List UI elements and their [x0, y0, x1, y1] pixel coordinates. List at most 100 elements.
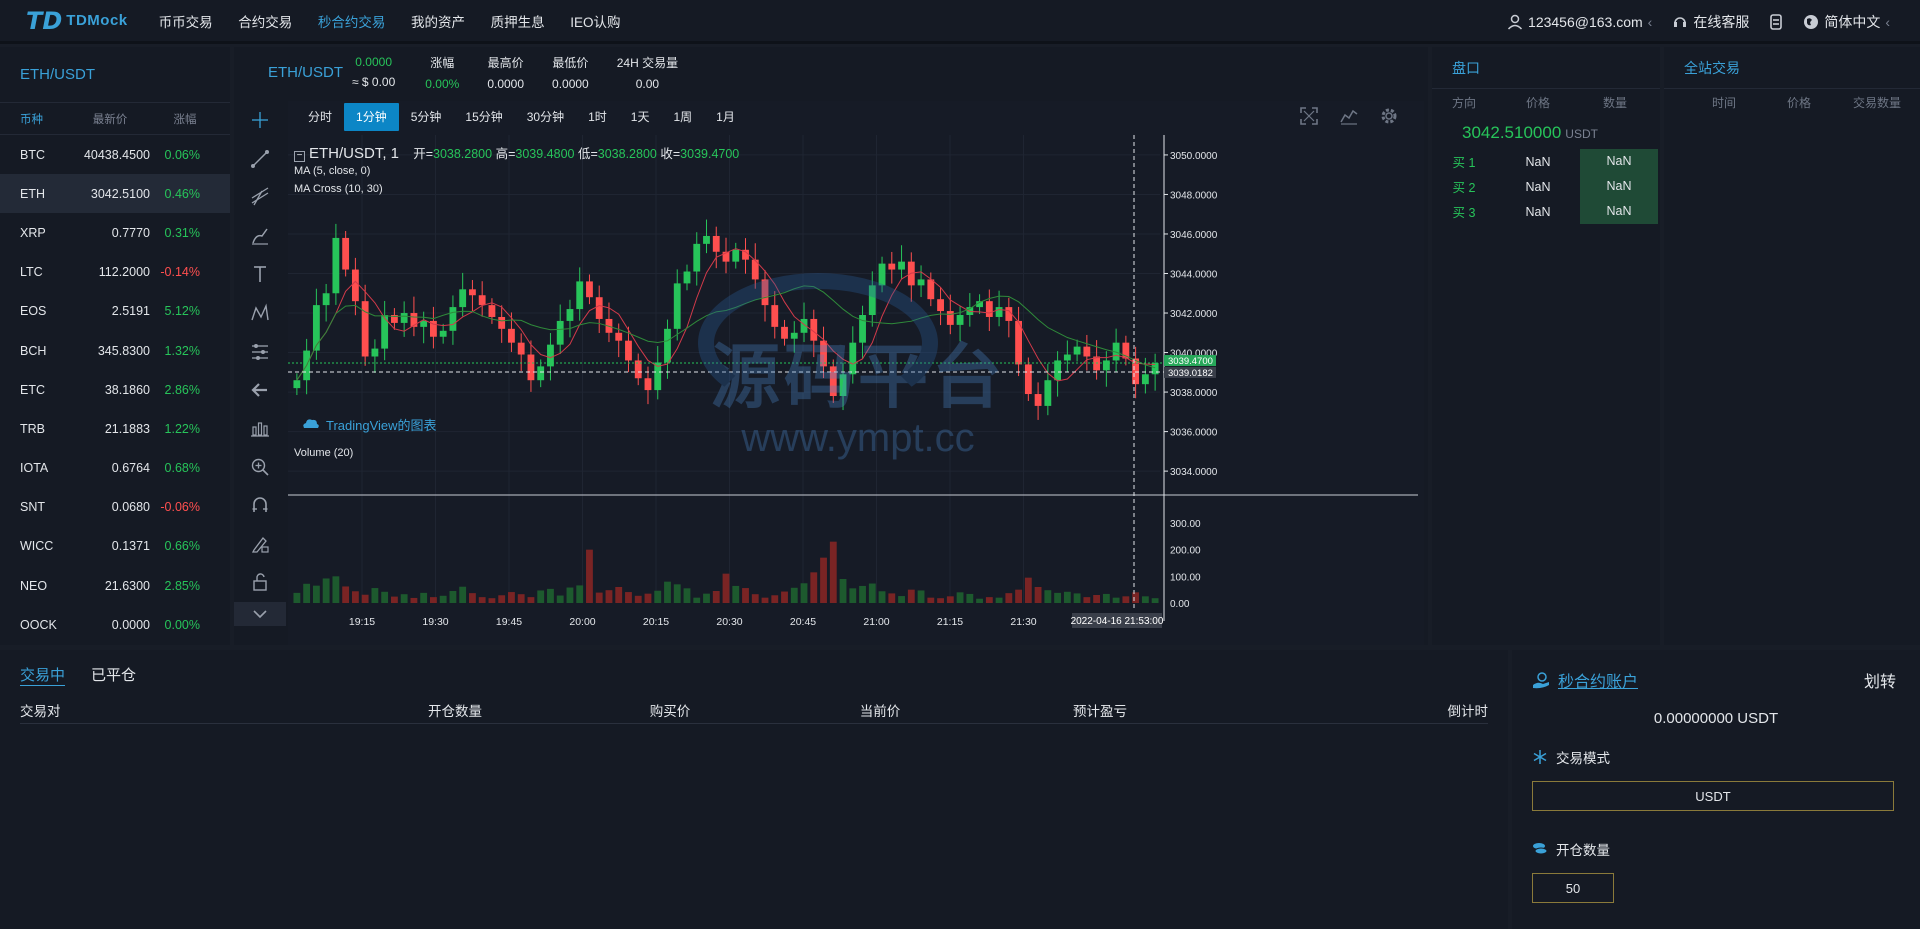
brush-tool-icon[interactable] — [234, 217, 286, 256]
x-tick-label: 21:30 — [1010, 616, 1036, 628]
col-price[interactable]: 最新价 — [70, 111, 150, 127]
drawing-toolbar — [234, 101, 286, 645]
candle-body — [937, 299, 944, 312]
user-menu[interactable]: 123456@163.com ‹ — [1507, 14, 1652, 30]
tab-closed-orders[interactable]: 已平仓 — [91, 664, 136, 686]
trend-line-tool-icon[interactable] — [234, 140, 286, 179]
trade-mode-select[interactable]: USDT — [1532, 781, 1894, 811]
y-tick-label: 3044.0000 — [1170, 270, 1218, 281]
magnet-icon[interactable] — [234, 486, 286, 525]
market-row[interactable]: BCH 345.8300 1.32% — [0, 331, 230, 370]
account-title[interactable]: 秒合约账户 — [1558, 668, 1638, 692]
book-row[interactable]: 买 2 NaN NaN — [1432, 174, 1660, 199]
market-row[interactable]: XRP 0.7770 0.31% — [0, 213, 230, 252]
lock-icon[interactable] — [234, 563, 286, 602]
settings-gear-icon[interactable] — [1380, 107, 1398, 125]
col-change[interactable]: 涨幅 — [150, 111, 220, 127]
col-price: 价格 — [1525, 95, 1550, 110]
fullscreen-icon[interactable] — [1300, 107, 1318, 125]
market-price: 21.6300 — [104, 578, 150, 593]
timeframe-tab[interactable]: 1周 — [661, 103, 704, 131]
last-price-tag-text: 3039.4700 — [1168, 356, 1213, 367]
account-header: 秒合约账户 划转 — [1512, 650, 1920, 692]
book-side: 买 1 — [1452, 156, 1476, 170]
market-row[interactable]: LTC 112.2000 -0.14% — [0, 253, 230, 292]
col-symbol[interactable]: 币种 — [0, 111, 70, 127]
volume-bar — [1073, 593, 1081, 603]
market-row[interactable]: ETH 3042.5100 0.46% — [0, 174, 230, 214]
text-tool-icon[interactable] — [234, 255, 286, 294]
timeframe-tab[interactable]: 1分钟 — [344, 103, 399, 131]
tab-open-orders[interactable]: 交易中 — [20, 664, 66, 686]
book-row[interactable]: 买 3 NaN NaN — [1432, 199, 1660, 224]
volume-bar — [1151, 598, 1159, 603]
candle-body — [517, 342, 525, 355]
tradingview-link[interactable]: TradingView的图表 — [326, 415, 437, 434]
market-row[interactable]: SNT 0.0680 -0.06% — [0, 488, 230, 527]
market-rows: BTC 40438.4500 0.06% ETH 3042.5100 0.46% XRP 0.… — [0, 135, 230, 644]
nav-contract[interactable]: 合约交易 — [238, 11, 292, 31]
market-row[interactable]: ETC 38.1860 2.86% — [0, 370, 230, 409]
timeframe-tab[interactable]: 30分钟 — [515, 103, 576, 131]
col-price: 价格 — [1786, 95, 1811, 110]
measure-tool-icon[interactable] — [234, 409, 286, 448]
market-row[interactable]: BTC 40438.4500 0.06% — [0, 135, 230, 174]
transfer-button[interactable]: 划转 — [1864, 668, 1896, 692]
book-qty-cell: NaN — [1580, 199, 1658, 224]
market-row[interactable]: OOCK 0.0000 0.00% — [0, 605, 230, 644]
market-row[interactable]: NEO 21.6300 2.85% — [0, 566, 230, 605]
crosshair-tool-icon[interactable] — [234, 101, 286, 140]
market-change: -0.14% — [160, 265, 200, 280]
prediction-tool-icon[interactable] — [234, 332, 286, 371]
account-panel: 秒合约账户 划转 0.00000000 USDT 交易模式 USDT 开仓数量 … — [1512, 650, 1920, 929]
timeframe-tab[interactable]: 1时 — [576, 103, 619, 131]
ma-legend[interactable]: MA (5, close, 0) — [294, 165, 370, 177]
market-row[interactable]: TRB 21.1883 1.22% — [0, 409, 230, 448]
market-row[interactable]: WICC 0.1371 0.66% — [0, 527, 230, 566]
pencil-lock-icon[interactable] — [234, 525, 286, 564]
candle-body — [673, 283, 681, 329]
chevron-down-icon[interactable] — [234, 601, 286, 626]
nav-assets[interactable]: 我的资产 — [411, 11, 465, 31]
collapse-icon[interactable]: − — [294, 151, 305, 162]
volume-legend[interactable]: Volume (20) — [294, 447, 353, 459]
timeframe-tab[interactable]: 1天 — [619, 103, 662, 131]
timeframe-tab[interactable]: 分时 — [296, 103, 344, 131]
fib-tool-icon[interactable] — [234, 178, 286, 217]
volume-bar — [742, 588, 749, 603]
timeframe-tab[interactable]: 15分钟 — [453, 103, 514, 131]
volume-bar — [322, 578, 330, 603]
book-unit: USDT — [1565, 127, 1598, 141]
open-qty-input[interactable]: 50 — [1532, 873, 1614, 903]
volume-bar — [1015, 589, 1022, 603]
market-row[interactable]: IOTA 0.6764 0.68% — [0, 449, 230, 488]
orders-panel: 交易中 已平仓 交易对 开仓数量 购买价 当前价 预计盈亏 倒计时 — [0, 650, 1508, 929]
nav-staking[interactable]: 质押生息 — [491, 11, 545, 31]
nav-second-contract[interactable]: 秒合约交易 — [318, 11, 386, 31]
ma-cross-legend[interactable]: MA Cross (10, 30) — [294, 183, 383, 195]
indicator-icon[interactable] — [1340, 107, 1358, 125]
market-symbol: SNT — [20, 500, 45, 515]
candlestick-chart[interactable]: 3050.0000 3048.0000 3046.0000 3044.0000 3042… — [288, 135, 1424, 645]
candle-body — [469, 289, 476, 296]
back-arrow-icon[interactable] — [234, 371, 286, 410]
customer-service-link[interactable]: 在线客服 — [1672, 12, 1749, 32]
pattern-tool-icon[interactable] — [234, 294, 286, 333]
download-app-button[interactable] — [1769, 14, 1783, 30]
volume-bar — [956, 592, 964, 603]
price-chart[interactable]: 分时 1分钟 5分钟 15分钟 30分钟 1时 1天 1周 1月 3050.0000 3048.0… — [288, 101, 1424, 645]
book-row[interactable]: 买 1 NaN NaN — [1432, 149, 1660, 174]
logo[interactable]: TD TDMock — [26, 7, 128, 35]
nav-spot[interactable]: 币币交易 — [159, 11, 213, 31]
timeframe-tab[interactable]: 1月 — [704, 103, 747, 131]
col-current-price: 当前价 — [859, 704, 901, 719]
nav-ieo[interactable]: IEO认购 — [570, 11, 620, 31]
zoom-in-icon[interactable] — [234, 448, 286, 487]
volume-bar — [985, 597, 993, 603]
volume-bar — [820, 557, 827, 603]
language-selector[interactable]: 简体中文 ‹ — [1803, 12, 1890, 32]
orders-tabs: 交易中 已平仓 — [0, 650, 1508, 686]
market-row[interactable]: EOS 2.5191 5.12% — [0, 292, 230, 331]
timeframe-tab[interactable]: 5分钟 — [399, 103, 454, 131]
market-price: 40438.4500 — [83, 147, 150, 162]
